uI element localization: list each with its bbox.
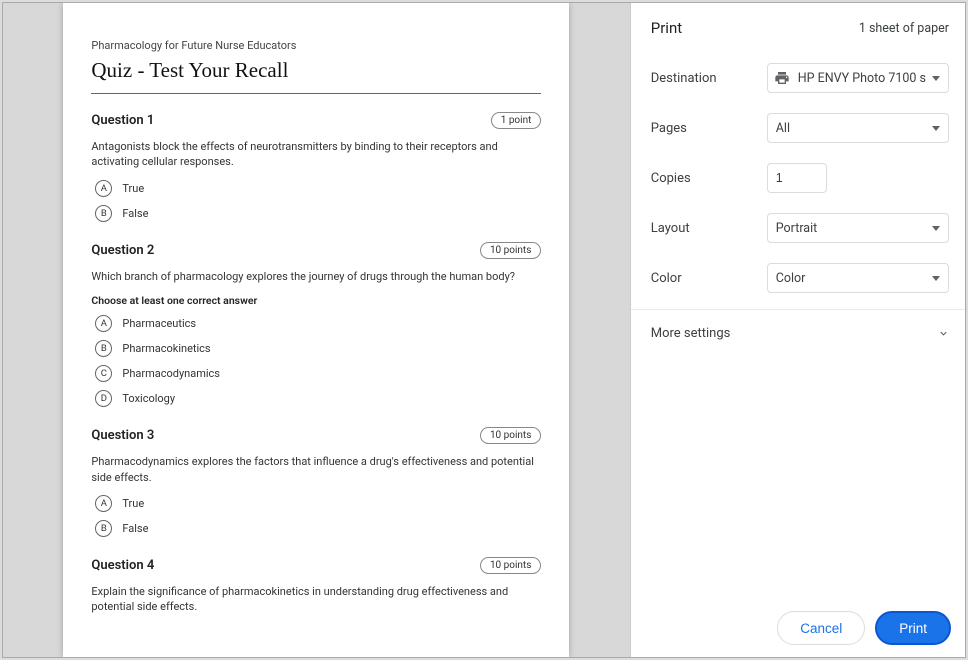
option-letter: A xyxy=(95,180,112,197)
color-value: Color xyxy=(776,271,926,286)
question: Question 3 10 points Pharmacodynamics expl… xyxy=(91,427,541,537)
option: B Pharmacokinetics xyxy=(95,340,541,357)
option-letter: A xyxy=(95,315,112,332)
option-letter: D xyxy=(95,390,112,407)
points-badge: 1 point xyxy=(491,112,542,129)
option-text: False xyxy=(122,207,148,220)
layout-value: Portrait xyxy=(776,221,926,236)
question-header: Question 2 10 points xyxy=(91,242,541,259)
option-letter: A xyxy=(95,495,112,512)
chevron-down-icon xyxy=(938,328,949,339)
option-letter: B xyxy=(95,340,112,357)
points-badge: 10 points xyxy=(480,557,541,574)
question-number: Question 1 xyxy=(91,113,154,128)
option-text: False xyxy=(122,522,148,535)
points-badge: 10 points xyxy=(480,242,541,259)
question-header: Question 4 10 points xyxy=(91,557,541,574)
pages-value: All xyxy=(776,121,926,136)
sheet-count: 1 sheet of paper xyxy=(859,21,949,36)
copies-label: Copies xyxy=(651,171,755,186)
question-number: Question 2 xyxy=(91,243,154,258)
more-settings-label: More settings xyxy=(651,326,731,341)
option-text: Toxicology xyxy=(122,392,175,405)
options-list: A Pharmaceutics B Pharmacokinetics C Pharmaco… xyxy=(91,315,541,407)
title-divider xyxy=(91,93,541,94)
destination-label: Destination xyxy=(651,71,755,86)
layout-select[interactable]: Portrait xyxy=(767,213,949,243)
option: A True xyxy=(95,495,541,512)
color-select[interactable]: Color xyxy=(767,263,949,293)
caret-down-icon xyxy=(932,126,940,131)
options-list: A True B False xyxy=(91,495,541,537)
layout-row: Layout Portrait xyxy=(631,203,965,253)
pages-label: Pages xyxy=(651,121,755,136)
print-dialog: Pharmacology for Future Nurse Educators … xyxy=(2,2,966,658)
more-settings-toggle[interactable]: More settings xyxy=(631,309,965,355)
cancel-button[interactable]: Cancel xyxy=(777,611,865,645)
printer-icon xyxy=(774,70,790,86)
option-text: Pharmacodynamics xyxy=(122,367,220,380)
option: D Toxicology xyxy=(95,390,541,407)
option: B False xyxy=(95,520,541,537)
caret-down-icon xyxy=(932,276,940,281)
option-text: Pharmacokinetics xyxy=(122,342,210,355)
question-text: Antagonists block the effects of neurotr… xyxy=(91,139,541,170)
quiz-title: Quiz - Test Your Recall xyxy=(91,58,541,83)
settings-body: Print 1 sheet of paper Destination HP EN… xyxy=(631,3,965,599)
layout-label: Layout xyxy=(651,221,755,236)
print-preview-pane: Pharmacology for Future Nurse Educators … xyxy=(3,3,631,657)
settings-footer: Cancel Print xyxy=(631,599,965,657)
option-letter: B xyxy=(95,205,112,222)
question-number: Question 3 xyxy=(91,428,154,443)
points-badge: 10 points xyxy=(480,427,541,444)
option-letter: C xyxy=(95,365,112,382)
course-title: Pharmacology for Future Nurse Educators xyxy=(91,39,541,52)
option-letter: B xyxy=(95,520,112,537)
print-button[interactable]: Print xyxy=(875,611,951,645)
question-text: Explain the significance of pharmacokine… xyxy=(91,584,541,615)
question-header: Question 1 1 point xyxy=(91,112,541,129)
preview-page: Pharmacology for Future Nurse Educators … xyxy=(63,3,569,657)
question-text: Pharmacodynamics explores the factors th… xyxy=(91,454,541,485)
settings-header: Print 1 sheet of paper xyxy=(631,3,965,53)
color-label: Color xyxy=(651,271,755,286)
options-list: A True B False xyxy=(91,180,541,222)
option: C Pharmacodynamics xyxy=(95,365,541,382)
question-number: Question 4 xyxy=(91,558,154,573)
copies-row: Copies xyxy=(631,153,965,203)
question-header: Question 3 10 points xyxy=(91,427,541,444)
question: Question 2 10 points Which branch of pharm… xyxy=(91,242,541,407)
destination-value: HP ENVY Photo 7100 s xyxy=(798,71,926,86)
question: Question 4 10 points Explain the significa… xyxy=(91,557,541,615)
option-text: True xyxy=(122,182,144,195)
destination-row: Destination HP ENVY Photo 7100 s xyxy=(631,53,965,103)
option-text: True xyxy=(122,497,144,510)
color-row: Color Color xyxy=(631,253,965,303)
questions-container: Question 1 1 point Antagonists block the e… xyxy=(91,112,541,615)
option: B False xyxy=(95,205,541,222)
question-text: Which branch of pharmacology explores th… xyxy=(91,269,541,284)
caret-down-icon xyxy=(932,76,940,81)
option-text: Pharmaceutics xyxy=(122,317,196,330)
copies-input[interactable] xyxy=(767,163,827,193)
pages-row: Pages All xyxy=(631,103,965,153)
question-instruction: Choose at least one correct answer xyxy=(91,294,541,307)
pages-select[interactable]: All xyxy=(767,113,949,143)
caret-down-icon xyxy=(932,226,940,231)
panel-title: Print xyxy=(651,19,682,37)
print-settings-pane: Print 1 sheet of paper Destination HP EN… xyxy=(631,3,965,657)
destination-select[interactable]: HP ENVY Photo 7100 s xyxy=(767,63,949,93)
option: A True xyxy=(95,180,541,197)
option: A Pharmaceutics xyxy=(95,315,541,332)
question: Question 1 1 point Antagonists block the e… xyxy=(91,112,541,222)
